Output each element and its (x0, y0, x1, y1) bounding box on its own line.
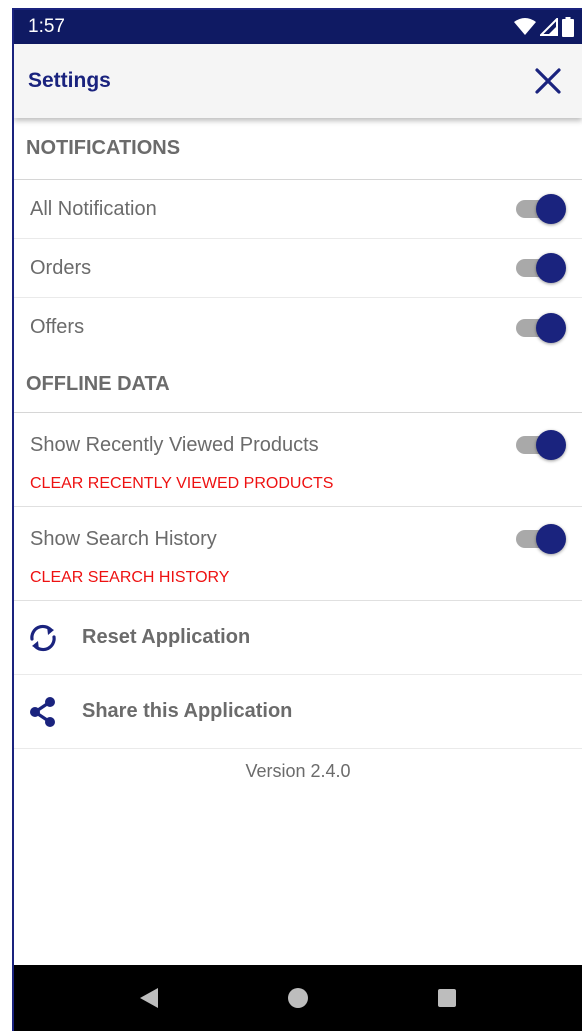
home-button[interactable] (278, 978, 318, 1018)
setting-row-offers: Offers (14, 298, 582, 357)
setting-row-recently-viewed: Show Recently Viewed Products CLEAR RECE… (14, 413, 582, 507)
setting-label: Show Search History (30, 527, 217, 550)
status-time: 1:57 (28, 16, 65, 37)
action-label: Reset Application (82, 626, 251, 648)
offers-toggle[interactable] (516, 312, 566, 343)
back-icon (139, 988, 158, 1008)
app-bar: Settings (14, 44, 582, 118)
setting-row-orders: Orders (14, 239, 582, 298)
home-icon (287, 988, 308, 1008)
close-button[interactable] (528, 61, 568, 101)
page-title: Settings (28, 69, 111, 92)
version-text: Version 2.4.0 (245, 761, 351, 781)
status-icons (514, 17, 574, 37)
setting-label: Offers (30, 316, 85, 338)
wifi-icon (514, 18, 536, 35)
section-header-offline-data: OFFLINE DATA (14, 357, 582, 413)
action-label: Share this Application (82, 700, 293, 722)
system-nav-bar (14, 965, 582, 1031)
setting-label: Show Recently Viewed Products (30, 433, 319, 456)
back-button[interactable] (129, 978, 169, 1018)
signal-icon (540, 18, 558, 36)
recents-icon (438, 989, 457, 1007)
recently-viewed-toggle[interactable] (516, 430, 566, 460)
clear-search-history-button[interactable]: CLEAR SEARCH HISTORY (30, 569, 566, 587)
share-icon (26, 695, 60, 729)
recents-button[interactable] (427, 978, 467, 1018)
setting-label: All Notification (30, 197, 157, 220)
battery-icon (562, 17, 574, 37)
setting-row-all-notification: All Notification (14, 180, 582, 239)
all-notification-toggle[interactable] (516, 194, 566, 224)
setting-label: Orders (30, 256, 92, 279)
clear-recently-viewed-button[interactable]: CLEAR RECENTLY VIEWED PRODUCTS (30, 475, 566, 493)
orders-toggle[interactable] (516, 253, 566, 283)
setting-row-search-history: Show Search History CLEAR SEARCH HISTORY (14, 507, 582, 601)
share-application-button[interactable]: Share this Application (14, 675, 582, 749)
section-header-notifications: NOTIFICATIONS (14, 118, 582, 180)
close-icon (535, 68, 561, 94)
reset-icon (26, 621, 60, 655)
app-frame: 1:57 Settings NOTIFICATIONS All Notifica… (12, 8, 582, 1031)
status-bar: 1:57 (14, 10, 582, 44)
search-history-toggle[interactable] (516, 524, 566, 554)
reset-application-button[interactable]: Reset Application (14, 601, 582, 675)
